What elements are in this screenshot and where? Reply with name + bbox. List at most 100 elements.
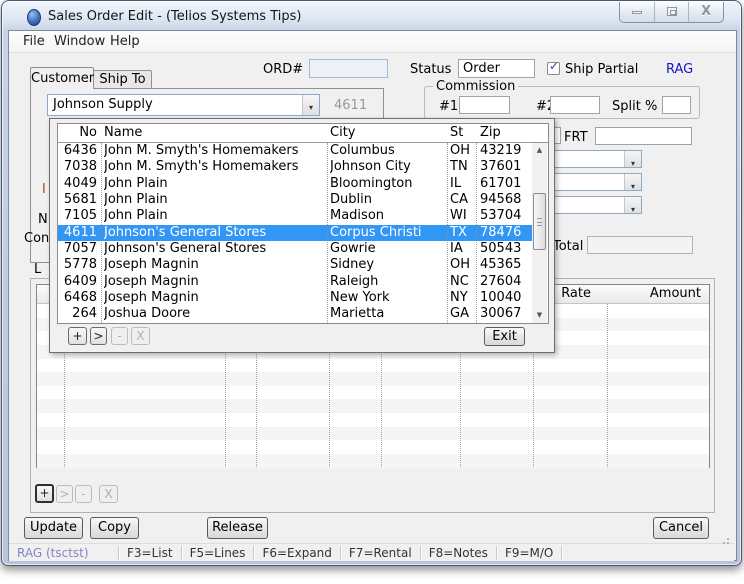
status-hint: F7=Rental [341,546,421,560]
status-label: Status [410,62,451,77]
cell-zip: 94568 [480,192,530,208]
column-header-name[interactable]: Name [104,125,324,140]
cell-no: 7105 [60,208,97,224]
copy-button[interactable]: Copy [90,517,139,539]
title-bar[interactable]: Sales Order Edit - (Telios Systems Tips)… [2,1,741,31]
cell-city: Bloomington [330,176,444,192]
frt-input[interactable] [595,127,692,145]
lookup-row[interactable]: 4049John PlainBloomingtonIL61701 [58,176,533,192]
commission-2-input[interactable] [550,96,600,114]
status-input[interactable]: Order [458,59,535,78]
cell-zip: 50543 [480,241,530,257]
app-window: Sales Order Edit - (Telios Systems Tips)… [1,0,742,566]
commission-1-label: #1 [439,99,458,114]
lookup-add-button[interactable]: + [68,327,87,345]
column-header-st[interactable]: St [450,125,476,140]
lookup-row[interactable]: 7105John PlainMadisonWI53704 [58,208,533,224]
lines-next-button[interactable]: > [56,485,73,503]
cell-name: Joseph Magnin [104,274,324,290]
lookup-next-button[interactable]: > [90,327,107,345]
close-button[interactable]: X [689,2,723,22]
lookup-row[interactable]: 6436John M. Smyth's HomemakersColumbusOH… [58,143,533,159]
cell-st: IA [450,241,476,257]
lines-grid-row[interactable] [37,413,709,427]
ship-partial-checkbox[interactable]: ✓ [547,62,560,75]
cell-no: 7038 [60,159,97,175]
scroll-up-icon[interactable]: ▲ [532,143,547,158]
lookup-row[interactable]: 5681John PlainDublinCA94568 [58,192,533,208]
scroll-down-icon[interactable]: ▼ [532,308,547,323]
status-hint: F9=M/O [497,546,562,560]
lookup-rows: 6436 John M. Smyth's Homemakers Columbus OH… [58,143,533,323]
customer-combobox[interactable]: Johnson Supply ▾ [47,94,320,116]
cell-city: Gowrie [330,241,444,257]
lookup-list-header: No Name City St Zip [58,124,548,143]
lines-grid-row[interactable] [37,427,709,441]
cell-no: 6468 [60,290,97,306]
cell-city: Corpus Christi [330,225,444,241]
column-header-city[interactable]: City [330,125,444,140]
lookup-row[interactable]: 264Joshua DooreMariettaGA30067 [58,306,533,322]
ord-input[interactable] [309,59,388,78]
menu-help[interactable]: Help [110,34,140,49]
lines-grid-row[interactable] [37,359,709,373]
cell-name: John M. Smyth's Homemakers [104,159,324,175]
hidden-label-fragment: I [42,182,46,197]
cell-zip: 61701 [480,176,530,192]
lookup-row[interactable]: 7057Johnson's General StoresGowrieIA5054… [58,241,533,257]
lines-grid-row[interactable] [37,454,709,468]
lines-grid-row[interactable] [37,440,709,454]
lookup-scrollbar[interactable]: ▲ ▼ [532,143,547,323]
column-header-zip[interactable]: Zip [480,125,530,140]
minimize-button[interactable] [620,2,655,22]
ord-label: ORD# [263,62,303,77]
dropdown-arrow-icon[interactable]: ▾ [624,151,641,167]
cell-no: 6436 [60,143,97,159]
lookup-delete-button[interactable]: X [131,327,150,345]
cell-city: Columbus [330,143,444,159]
maximize-icon [667,7,677,16]
column-header-no[interactable]: No [60,125,97,140]
close-icon: X [689,4,723,19]
column-header-amount[interactable]: Amount [607,286,701,301]
screen: Sales Order Edit - (Telios Systems Tips)… [0,0,744,584]
menu-file[interactable]: File [23,34,45,49]
exit-button[interactable]: Exit [484,327,525,346]
dropdown-arrow-icon[interactable]: ▾ [302,95,319,115]
cell-name: Joshua Doore [104,306,324,322]
lookup-row[interactable]: 5778Joseph MagninSidneyOH45365 [58,257,533,273]
cell-no: 4611 [60,225,97,241]
lines-grid-row[interactable] [37,372,709,386]
lookup-row-selected[interactable]: 4611Johnson's General StoresCorpus Chris… [58,225,533,241]
cell-name: John M. Smyth's Homemakers [104,143,324,159]
rag-link[interactable]: RAG [666,62,693,77]
commission-1-input[interactable] [459,96,510,114]
lines-grid-row[interactable] [37,399,709,413]
tab-ship-to[interactable]: Ship To [93,70,152,89]
resize-grip[interactable] [722,535,732,545]
lines-add-button[interactable]: + [35,484,54,503]
dropdown-arrow-icon[interactable]: ▾ [624,197,641,213]
tab-customer[interactable]: Customer [30,67,94,89]
lines-delete-button[interactable]: X [99,485,118,503]
dropdown-arrow-icon[interactable]: ▾ [624,174,641,190]
commission-group-title: Commission [433,79,518,94]
scrollbar-thumb[interactable] [533,193,546,250]
update-button[interactable]: Update [24,517,83,539]
cell-city: Raleigh [330,274,444,290]
menu-window[interactable]: Window [54,34,105,49]
release-button[interactable]: Release [207,517,268,539]
lookup-row[interactable]: 7038John M. Smyth's HomemakersJohnson Ci… [58,159,533,175]
maximize-button[interactable] [655,2,690,22]
cell-st: IL [450,176,476,192]
split-percent-input[interactable] [662,96,691,114]
lookup-remove-button[interactable]: - [111,327,128,345]
cell-st: OH [450,257,476,273]
status-bar: RAG (tsctst)F3=ListF5=LinesF6=ExpandF7=R… [9,543,734,561]
lookup-row[interactable]: 6468Joseph MagninNew YorkNY10040 [58,290,533,306]
lines-grid-row[interactable] [37,386,709,400]
cancel-button[interactable]: Cancel [653,517,709,539]
lines-remove-button[interactable]: - [75,485,92,503]
cell-name: John Plain [104,176,324,192]
lookup-row[interactable]: 6409Joseph MagninRaleighNC27604 [58,274,533,290]
